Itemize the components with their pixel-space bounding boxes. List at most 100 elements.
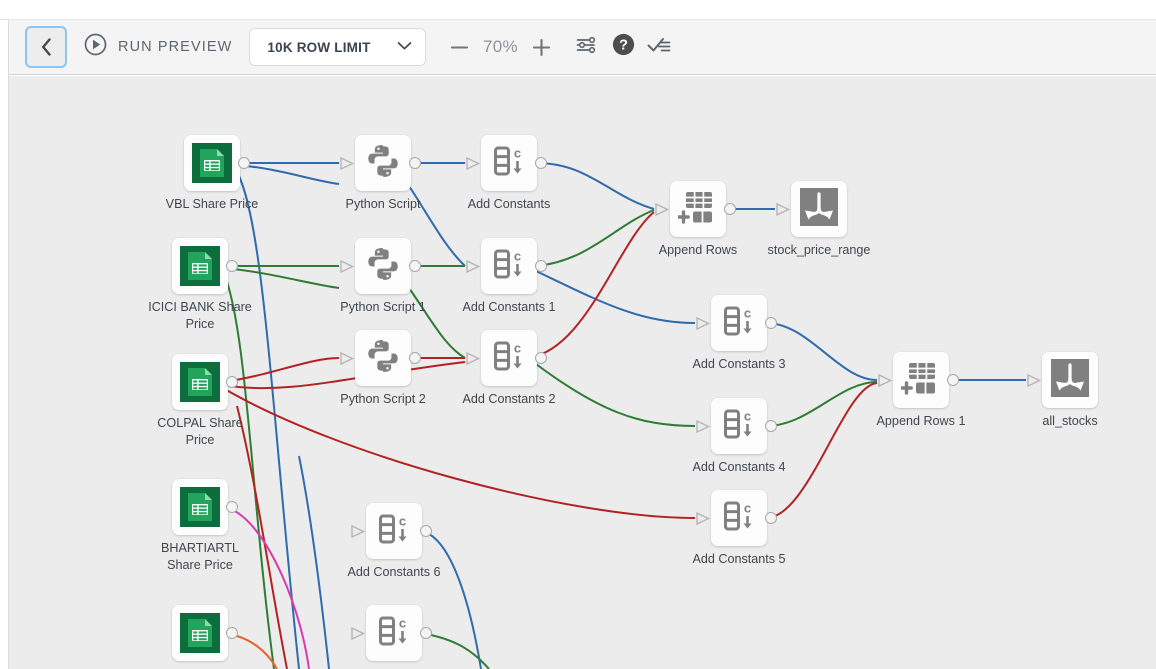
google-sheets-icon xyxy=(180,487,220,527)
help-button[interactable]: ? xyxy=(605,30,641,64)
svg-text:c: c xyxy=(744,305,751,320)
node-output-port[interactable] xyxy=(765,420,777,432)
edge-ac2-ap0[interactable] xyxy=(535,211,655,357)
output-split-icon xyxy=(800,187,838,231)
node-input-arrow[interactable] xyxy=(465,156,481,176)
node-icon-box[interactable] xyxy=(172,354,228,410)
run-preview-button[interactable]: RUN PREVIEW xyxy=(84,33,232,61)
node-output-port[interactable] xyxy=(947,374,959,386)
node-output-port[interactable] xyxy=(724,203,736,215)
node-icon-box[interactable]: c xyxy=(481,330,537,386)
node-label: Append Rows 1 xyxy=(876,414,966,428)
google-sheets-icon xyxy=(180,362,220,402)
node-icon-box[interactable] xyxy=(791,181,847,237)
node-input-arrow[interactable] xyxy=(465,351,481,371)
svg-text:c: c xyxy=(744,408,751,423)
run-preview-label: RUN PREVIEW xyxy=(118,39,233,55)
node-input-arrow[interactable] xyxy=(350,626,366,646)
node-output-port[interactable] xyxy=(420,525,432,537)
node-output-port[interactable] xyxy=(226,627,238,639)
node-input-arrow[interactable] xyxy=(339,259,355,279)
node-input-arrow[interactable] xyxy=(877,373,893,393)
node-icon-box[interactable]: c xyxy=(366,503,422,559)
left-rail-top-line xyxy=(0,19,9,20)
node-label: ICICI BANK Share Price xyxy=(148,300,252,331)
node-icon-box[interactable] xyxy=(355,330,411,386)
node-icon-box[interactable] xyxy=(172,605,228,661)
node-label: Python Script 1 xyxy=(340,300,426,314)
node-output-port[interactable] xyxy=(535,260,547,272)
node-icon-box[interactable] xyxy=(184,135,240,191)
node-icon-box[interactable] xyxy=(172,479,228,535)
node-output-port[interactable] xyxy=(765,512,777,524)
workflow-editor: RUN PREVIEW 10K ROW LIMIT 70% ? VBL Shar… xyxy=(0,0,1156,669)
node-output-port[interactable] xyxy=(409,260,421,272)
node-icon-box[interactable] xyxy=(355,238,411,294)
settings-button[interactable] xyxy=(569,30,605,64)
node-icon-box[interactable]: c xyxy=(366,605,422,661)
edge-colpal-py2[interactable] xyxy=(222,357,340,383)
validate-button[interactable] xyxy=(641,30,677,64)
node-input-arrow[interactable] xyxy=(775,202,791,222)
svg-text:c: c xyxy=(399,615,406,630)
node-input-arrow[interactable] xyxy=(339,156,355,176)
svg-text:c: c xyxy=(514,145,521,160)
node-icon-box[interactable]: c xyxy=(711,398,767,454)
node-icon-box[interactable] xyxy=(1042,352,1098,408)
node-icon-box[interactable]: c xyxy=(481,238,537,294)
play-circle-icon xyxy=(84,33,107,61)
add-constants-icon: c xyxy=(719,497,759,540)
node-output-port[interactable] xyxy=(226,501,238,513)
node-output-port[interactable] xyxy=(226,376,238,388)
zoom-in-button[interactable] xyxy=(526,30,556,64)
node-label: Add Constants 1 xyxy=(462,300,556,314)
node-label: BHARTIARTL Share Price xyxy=(161,541,239,572)
node-output-port[interactable] xyxy=(409,352,421,364)
svg-text:c: c xyxy=(744,500,751,515)
node-input-arrow[interactable] xyxy=(339,351,355,371)
edge-icici-py1b[interactable] xyxy=(222,267,340,289)
python-icon xyxy=(364,337,402,380)
edge-ac5-ap1[interactable] xyxy=(765,382,878,519)
node-input-arrow[interactable] xyxy=(465,259,481,279)
svg-text:c: c xyxy=(399,513,406,528)
node-input-arrow[interactable] xyxy=(695,419,711,439)
node-icon-box[interactable] xyxy=(172,238,228,294)
node-icon-box[interactable] xyxy=(355,135,411,191)
google-sheets-icon xyxy=(180,613,220,653)
back-button[interactable] xyxy=(25,26,67,68)
chevron-down-icon xyxy=(397,38,412,56)
window-top-strip xyxy=(0,0,1156,20)
node-input-arrow[interactable] xyxy=(1026,373,1042,393)
node-input-arrow[interactable] xyxy=(350,524,366,544)
node-icon-box[interactable]: c xyxy=(481,135,537,191)
node-label: Add Constants 6 xyxy=(347,565,441,579)
node-icon-box[interactable] xyxy=(893,352,949,408)
zoom-out-button[interactable] xyxy=(444,30,474,64)
node-input-arrow[interactable] xyxy=(654,202,670,222)
node-label: Add Constants 5 xyxy=(692,552,786,566)
edge-colpal-ac5[interactable] xyxy=(222,387,696,519)
node-output-port[interactable] xyxy=(535,157,547,169)
edge-vbl-py0b[interactable] xyxy=(234,164,340,185)
node-output-port[interactable] xyxy=(238,157,250,169)
google-sheets-icon xyxy=(180,246,220,286)
append-rows-icon xyxy=(677,189,718,230)
node-icon-box[interactable] xyxy=(670,181,726,237)
workflow-canvas[interactable]: VBL Share Price ICICI BANK Share Price C… xyxy=(9,76,1156,669)
node-output-port[interactable] xyxy=(420,627,432,639)
add-constants-icon: c xyxy=(489,245,529,288)
node-output-port[interactable] xyxy=(409,157,421,169)
node-label: Add Constants xyxy=(467,197,551,211)
row-limit-dropdown[interactable]: 10K ROW LIMIT xyxy=(249,28,427,66)
node-icon-box[interactable]: c xyxy=(711,295,767,351)
node-output-port[interactable] xyxy=(226,260,238,272)
edge-ac6-down[interactable] xyxy=(420,530,482,669)
node-output-port[interactable] xyxy=(765,317,777,329)
node-icon-box[interactable]: c xyxy=(711,490,767,546)
chevron-left-icon xyxy=(41,38,52,56)
node-output-port[interactable] xyxy=(535,352,547,364)
python-icon xyxy=(364,142,402,185)
node-input-arrow[interactable] xyxy=(695,511,711,531)
node-input-arrow[interactable] xyxy=(695,316,711,336)
